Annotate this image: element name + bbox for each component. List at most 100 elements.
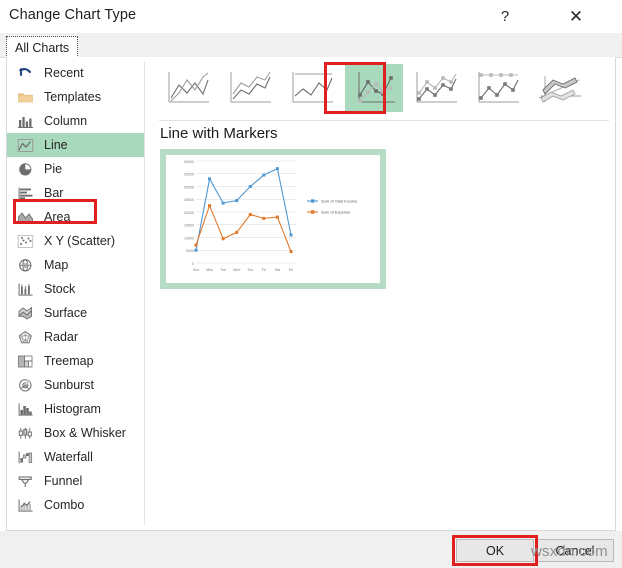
sidebar-item-label: Recent — [44, 65, 84, 80]
svg-text:Sat: Sat — [275, 268, 280, 272]
sunburst-chart-icon — [15, 376, 35, 394]
chart-subtype-100-percent-stacked-line[interactable] — [283, 64, 341, 112]
close-icon[interactable]: ✕ — [561, 3, 591, 29]
sidebar-item-label: Histogram — [44, 401, 101, 416]
dialog-footer: OK Cancel — [0, 531, 622, 568]
chart-subtype-3d-line[interactable] — [531, 64, 589, 112]
svg-text:Sun: Sun — [193, 268, 199, 272]
area-chart-icon — [15, 208, 35, 226]
svg-text:0: 0 — [192, 262, 194, 266]
svg-text:Fri: Fri — [262, 268, 266, 272]
sidebar-item-label: Box & Whisker — [44, 425, 126, 440]
dialog-title: Change Chart Type — [9, 7, 137, 23]
sidebar-item-line[interactable]: Line — [7, 133, 144, 157]
preview-title: Line with Markers — [160, 125, 278, 142]
sidebar-item-x-y-scatter[interactable]: X Y (Scatter) — [7, 229, 144, 253]
svg-text:Tue: Tue — [220, 268, 226, 272]
sidebar-item-combo[interactable]: Combo — [7, 493, 144, 517]
pie-chart-icon — [15, 160, 35, 178]
svg-text:35000: 35000 — [184, 173, 194, 177]
svg-text:25000: 25000 — [184, 198, 194, 202]
sidebar-item-label: Sunburst — [44, 377, 95, 392]
svg-text:Fri: Fri — [289, 268, 293, 272]
sidebar-item-label: X Y (Scatter) — [44, 233, 116, 248]
column-chart-icon — [15, 112, 35, 130]
folder-icon — [15, 88, 35, 106]
sidebar-item-label: Column — [44, 113, 88, 128]
gallery-separator — [159, 120, 609, 121]
sidebar-item-histogram[interactable]: Histogram — [7, 397, 144, 421]
sidebar-item-waterfall[interactable]: Waterfall — [7, 445, 144, 469]
scatter-chart-icon — [15, 232, 35, 250]
svg-text:10000: 10000 — [184, 236, 194, 240]
sidebar-item-pie[interactable]: Pie — [7, 157, 144, 181]
svg-text:20000: 20000 — [184, 211, 194, 215]
sidebar-item-label: Surface — [44, 305, 88, 320]
svg-text:Mon: Mon — [206, 268, 213, 272]
sidebar-item-label: Area — [44, 209, 71, 224]
stock-chart-icon — [15, 280, 35, 298]
chart-type-content: Line with Markers 0 5000 10000 15000 20000 25… — [152, 57, 615, 530]
sidebar-item-sunburst[interactable]: Sunburst — [7, 373, 144, 397]
funnel-icon — [15, 472, 35, 490]
sidebar-item-funnel[interactable]: Funnel — [7, 469, 144, 493]
treemap-chart-icon — [15, 352, 35, 370]
sidebar-item-label: Bar — [44, 185, 64, 200]
sidebar-divider — [144, 61, 145, 525]
undo-arrow-icon — [15, 64, 35, 82]
sidebar-item-recent[interactable]: Recent — [7, 61, 144, 85]
sidebar-item-box-whisker[interactable]: Box & Whisker — [7, 421, 144, 445]
combo-chart-icon — [15, 496, 35, 514]
sidebar-item-label: Treemap — [44, 353, 94, 368]
sidebar-item-treemap[interactable]: Treemap — [7, 349, 144, 373]
help-icon[interactable]: ? — [490, 3, 520, 29]
title-bar: Change Chart Type ? ✕ — [0, 0, 622, 33]
chart-subtype-stacked-line[interactable] — [221, 64, 279, 112]
chart-preview: 0 5000 10000 15000 20000 25000 30000 35000 40000… — [166, 155, 380, 283]
map-chart-icon — [15, 256, 35, 274]
line-chart-icon — [15, 136, 35, 154]
surface-chart-icon — [15, 304, 35, 322]
chart-type-sidebar[interactable]: Recent Templates Column Line Pie Bar Area X Y (… — [7, 57, 144, 530]
waterfall-icon — [15, 448, 35, 466]
sidebar-item-surface[interactable]: Surface — [7, 301, 144, 325]
sidebar-item-bar[interactable]: Bar — [7, 181, 144, 205]
sidebar-item-label: Waterfall — [44, 449, 93, 464]
tab-strip: All Charts — [0, 33, 622, 58]
sidebar-item-label: Combo — [44, 497, 85, 512]
sidebar-item-radar[interactable]: Radar — [7, 325, 144, 349]
chart-subtype-stacked-line-with-markers[interactable] — [407, 64, 465, 112]
bar-chart-icon — [15, 184, 35, 202]
sidebar-item-label: Map — [44, 257, 69, 272]
chart-subtype-line-with-markers[interactable] — [345, 64, 403, 112]
sidebar-item-column[interactable]: Column — [7, 109, 144, 133]
cancel-button[interactable]: Cancel — [536, 539, 614, 562]
svg-text:Sum of Total Income: Sum of Total Income — [321, 199, 358, 204]
chart-subtype-gallery[interactable] — [159, 62, 609, 114]
sidebar-item-label: Radar — [44, 329, 79, 344]
sidebar-item-area[interactable]: Area — [7, 205, 144, 229]
sidebar-item-stock[interactable]: Stock — [7, 277, 144, 301]
svg-text:40000: 40000 — [184, 160, 194, 164]
sidebar-item-templates[interactable]: Templates — [7, 85, 144, 109]
sidebar-item-label: Pie — [44, 161, 63, 176]
svg-text:15000: 15000 — [184, 224, 194, 228]
histogram-icon — [15, 400, 35, 418]
svg-text:Sum of Expense: Sum of Expense — [321, 210, 351, 215]
sidebar-item-label: Funnel — [44, 473, 83, 488]
chart-subtype-100-percent-stacked-line-markers[interactable] — [469, 64, 527, 112]
sidebar-item-label: Templates — [44, 89, 101, 104]
box-whisker-icon — [15, 424, 35, 442]
svg-text:30000: 30000 — [184, 185, 194, 189]
chart-preview-frame[interactable]: 0 5000 10000 15000 20000 25000 30000 35000 40000… — [160, 149, 386, 289]
tab-all-charts[interactable]: All Charts — [6, 36, 79, 58]
sidebar-item-label: Line — [44, 137, 68, 152]
sidebar-item-label: Stock — [44, 281, 76, 296]
chart-subtype-line[interactable] — [159, 64, 217, 112]
svg-text:5000: 5000 — [186, 249, 194, 253]
svg-text:Wed: Wed — [233, 268, 240, 272]
sidebar-item-map[interactable]: Map — [7, 253, 144, 277]
svg-text:Thu: Thu — [247, 268, 253, 272]
ok-button[interactable]: OK — [456, 539, 534, 562]
dialog-body: Recent Templates Column Line Pie Bar Area X Y (… — [6, 57, 616, 531]
